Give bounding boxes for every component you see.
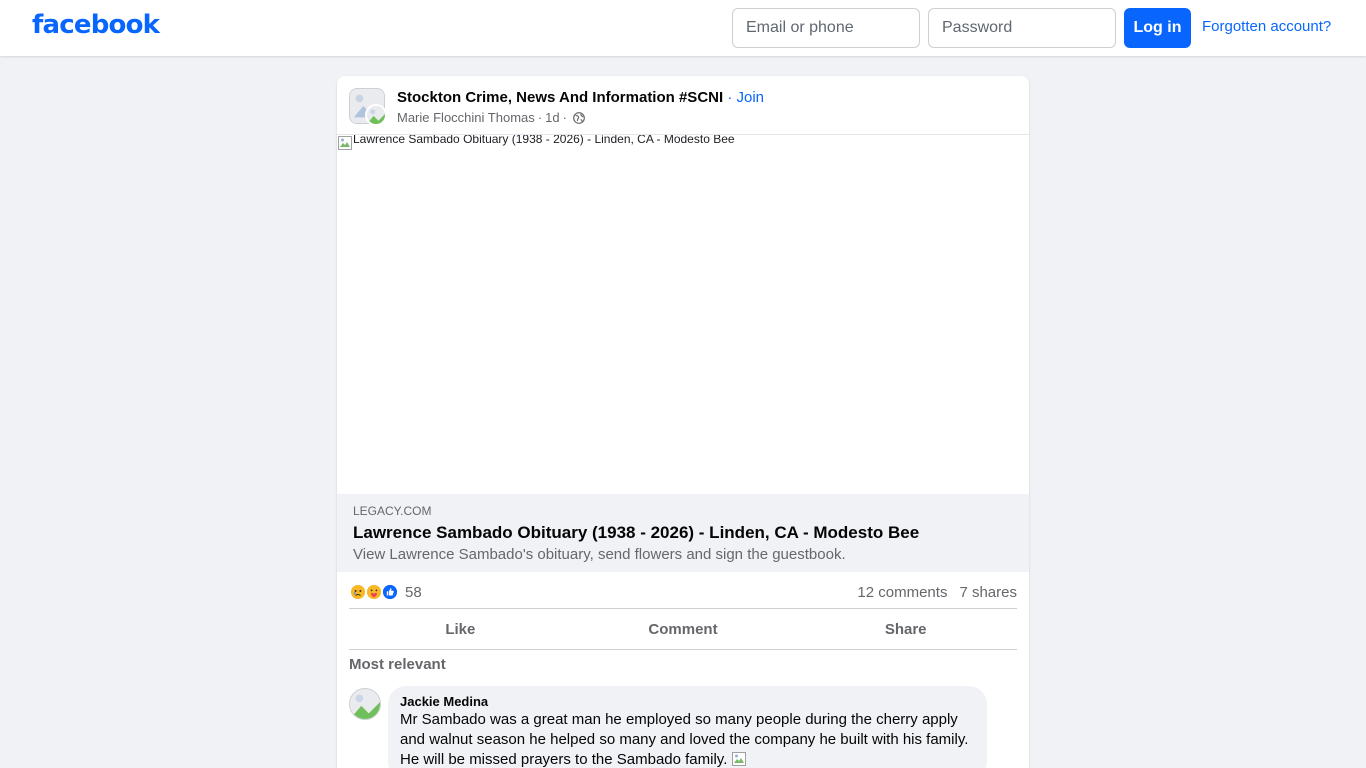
broken-image-icon (732, 752, 747, 766)
link-preview-image[interactable]: Lawrence Sambado Obituary (1938 - 2026) … (337, 134, 1029, 494)
facebook-logo[interactable]: facebook (32, 10, 160, 40)
image-alt-text: Lawrence Sambado Obituary (1938 - 2026) … (353, 134, 735, 146)
post-meta: Marie Flocchini Thomas · 1d · (397, 110, 585, 125)
link-domain: LEGACY.COM (353, 504, 432, 518)
comments-count-link[interactable]: 12 comments (857, 584, 947, 601)
forgotten-account-link[interactable]: Forgotten account? (1202, 18, 1331, 35)
post-actions-bar: Like Comment Share (349, 608, 1017, 650)
email-or-phone-input[interactable] (732, 8, 920, 48)
share-button[interactable]: Share (794, 609, 1017, 649)
engagement-counts: 12 comments 7 shares (857, 584, 1017, 601)
post-header-title: Stockton Crime, News And Information #SC… (397, 89, 764, 106)
meta-separator: · (537, 110, 543, 125)
comment-body: Mr Sambado was a great man he employed s… (400, 711, 969, 768)
meta-separator: · (562, 110, 567, 125)
link-title[interactable]: Lawrence Sambado Obituary (1938 - 2026) … (353, 523, 1013, 543)
broken-image-icon (367, 106, 385, 124)
globe-icon (573, 111, 585, 124)
join-group-link[interactable]: · Join (727, 89, 764, 106)
reactions-summary: 58 12 comments 7 shares (349, 580, 1017, 604)
broken-image-icon (350, 689, 380, 719)
author-name-link[interactable]: Marie Flocchini Thomas (397, 110, 535, 125)
shares-count-link[interactable]: 7 shares (959, 584, 1017, 601)
group-name-link[interactable]: Stockton Crime, News And Information #SC… (397, 89, 723, 106)
like-reaction-icon (381, 583, 399, 601)
broken-image-icon (338, 136, 352, 150)
reaction-count: 58 (405, 583, 422, 601)
log-in-button[interactable]: Log in (1124, 8, 1191, 48)
comment-button[interactable]: Comment (572, 609, 795, 649)
author-avatar[interactable] (365, 104, 387, 126)
comment-author-avatar[interactable] (349, 688, 381, 720)
comment-sort-selector[interactable]: Most relevant (349, 656, 446, 673)
reaction-icons[interactable]: 58 (349, 583, 422, 601)
post-card: Stockton Crime, News And Information #SC… (337, 76, 1029, 768)
comment-bubble: Jackie Medina Mr Sambado was a great man… (388, 686, 987, 768)
comment-author-name[interactable]: Jackie Medina (400, 694, 975, 709)
link-description: View Lawrence Sambado's obituary, send f… (353, 546, 846, 563)
like-button[interactable]: Like (349, 609, 572, 649)
post-timestamp[interactable]: 1d (545, 110, 559, 125)
comment-text: Mr Sambado was a great man he employed s… (400, 710, 975, 768)
link-preview-details[interactable]: LEGACY.COM Lawrence Sambado Obituary (19… (337, 494, 1029, 572)
top-navigation-bar: facebook Log in Forgotten account? (0, 0, 1366, 56)
password-input[interactable] (928, 8, 1116, 48)
